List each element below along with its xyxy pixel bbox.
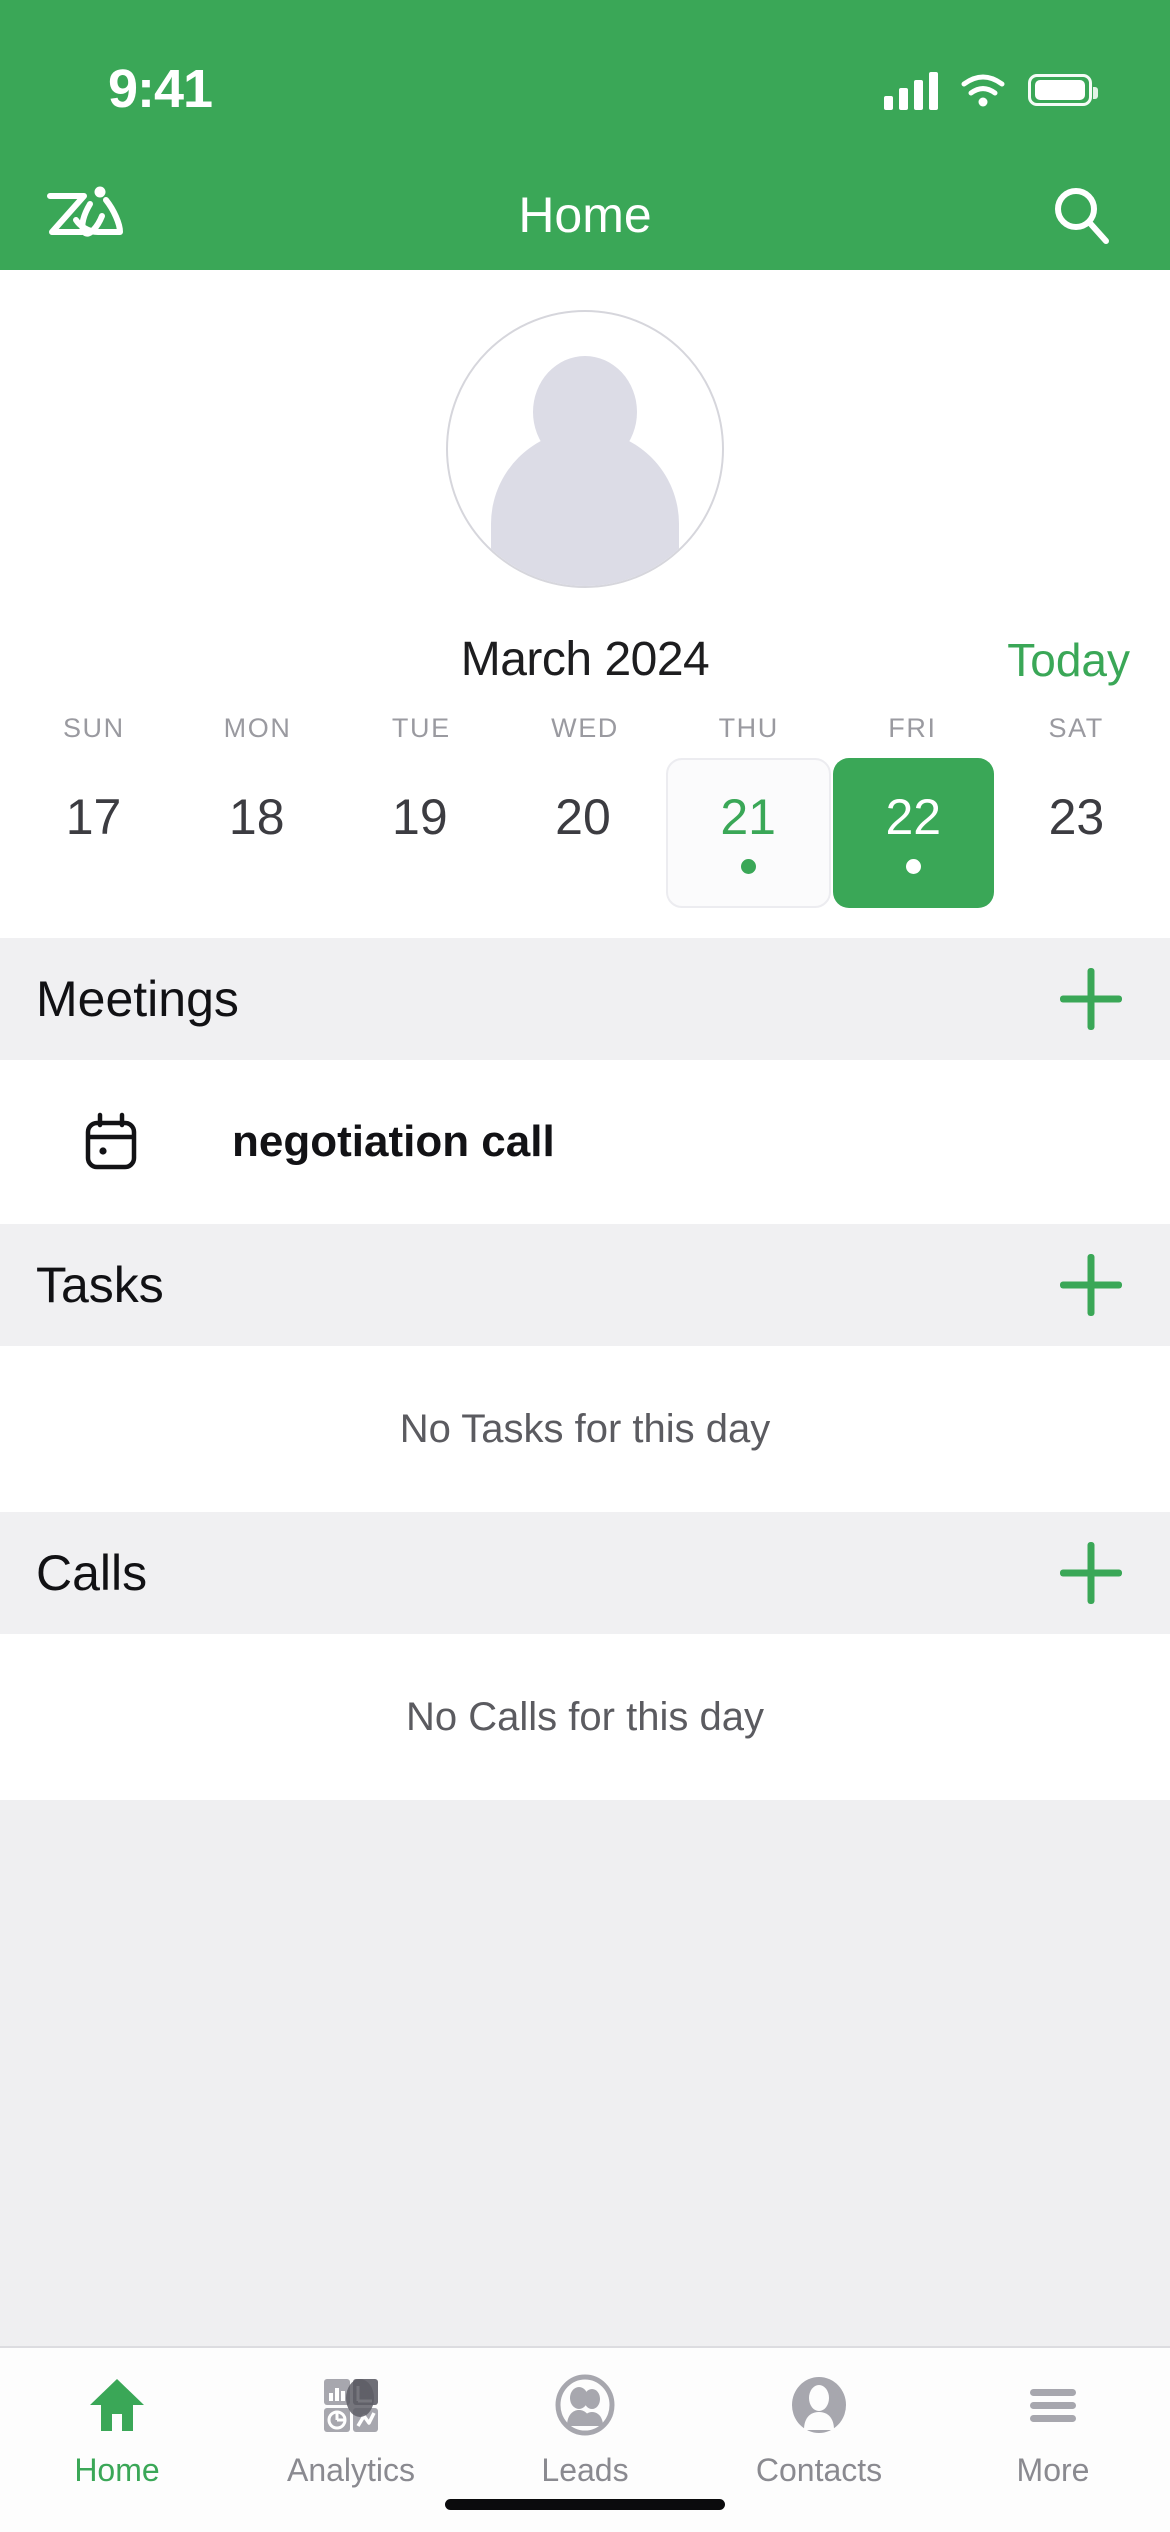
status-bar: 9:41: [0, 0, 1170, 160]
calendar-day-number: 17: [65, 789, 122, 845]
tab-label: More: [1016, 2452, 1090, 2488]
calendar-weekday-sun: SUN: [62, 713, 125, 743]
calendar-day-number: 19: [392, 789, 448, 845]
list-item[interactable]: negotiation call: [0, 1060, 1170, 1224]
calendar-day-number: 21: [720, 789, 776, 845]
section-header-meetings: Meetings: [0, 938, 1170, 1060]
calendar-day-18[interactable]: 18: [176, 758, 337, 908]
tab-contacts[interactable]: Contacts: [702, 2368, 936, 2489]
calendar-day-number: 23: [1048, 789, 1105, 845]
wifi-icon: [960, 72, 1006, 108]
contacts-icon: [788, 2368, 850, 2442]
calendar-month-row: March 2024 Today: [0, 618, 1170, 713]
tab-label: Leads: [541, 2452, 629, 2488]
calendar-spacer: [0, 908, 1170, 938]
list-item-title: negotiation call: [232, 1117, 555, 1166]
tab-analytics[interactable]: Analytics: [234, 2368, 468, 2489]
profile-avatar-container: [0, 270, 1170, 618]
home-icon: [86, 2368, 148, 2442]
leads-icon: [554, 2368, 616, 2442]
calendar-weekday-mon: MON: [223, 713, 292, 743]
add-meetings-button[interactable]: [1054, 962, 1128, 1036]
empty-state-calls: No Calls for this day: [0, 1634, 1170, 1800]
section-title: Tasks: [36, 1257, 164, 1313]
calendar-day-number: 22: [885, 789, 942, 845]
activity-sections: Meetings negotiation call Tasks No Tasks fo…: [0, 938, 1170, 1800]
section-title: Calls: [36, 1545, 148, 1601]
tab-more[interactable]: More: [936, 2368, 1170, 2489]
home-indicator: [445, 2499, 725, 2510]
today-button[interactable]: Today: [1007, 633, 1130, 687]
add-calls-button[interactable]: [1054, 1536, 1128, 1610]
calendar-day-event-dot: [249, 859, 264, 874]
calendar-day-17[interactable]: 17: [13, 758, 174, 908]
empty-state-text: No Tasks for this day: [399, 1406, 771, 1451]
add-tasks-button[interactable]: [1054, 1248, 1128, 1322]
calendar-day-21[interactable]: 21: [665, 758, 831, 908]
main-content: March 2024 Today SUN MON TUE WED THU FRI SAT 1…: [0, 270, 1170, 2346]
status-bar-time: 9:41: [108, 59, 213, 119]
calendar-day-number: 18: [228, 789, 285, 845]
calendar-weekday-sat: SAT: [1048, 713, 1104, 743]
calendar-day-19[interactable]: 19: [339, 758, 500, 908]
status-bar-indicators: [884, 70, 1098, 110]
calendar-day-20[interactable]: 20: [502, 758, 663, 908]
cellular-signal-icon: [884, 70, 938, 110]
app-screen: 9:41 Home March 2024 Today SUN MON TUE W…: [0, 0, 1170, 2532]
tab-label: Home: [74, 2452, 160, 2488]
user-avatar-placeholder[interactable]: [446, 310, 724, 588]
tab-label: Analytics: [286, 2452, 416, 2488]
empty-state-text: No Calls for this day: [406, 1694, 764, 1739]
section-header-tasks: Tasks: [0, 1224, 1170, 1346]
calendar-day-number: 20: [555, 789, 611, 845]
tab-leads[interactable]: Leads: [468, 2368, 702, 2489]
tab-label: Contacts: [755, 2452, 883, 2488]
section-header-calls: Calls: [0, 1512, 1170, 1634]
calendar-day-23[interactable]: 23: [996, 758, 1157, 908]
calendar-day-event-dot: [86, 859, 101, 874]
calendar-month-label: March 2024: [460, 633, 710, 686]
tab-home[interactable]: Home: [0, 2368, 234, 2489]
calendar-day-event-dot: [1069, 859, 1084, 874]
calendar-day-event-dot: [412, 859, 427, 874]
hamburger-menu-icon: [1022, 2368, 1084, 2442]
search-icon[interactable]: [1042, 176, 1120, 254]
calendar-day-event-dot: [575, 859, 590, 874]
avatar-body-shape: [491, 430, 679, 586]
calendar-day-event-dot: [740, 859, 756, 874]
page-title: Home: [518, 187, 652, 243]
section-title: Meetings: [36, 971, 239, 1027]
calendar-weekday-row: SUN MON TUE WED THU FRI SAT: [0, 713, 1170, 744]
calendar-day-event-dot: [905, 859, 921, 874]
analytics-icon: [320, 2368, 382, 2442]
calendar-weekday-fri: FRI: [888, 713, 937, 743]
empty-state-tasks: No Tasks for this day: [0, 1346, 1170, 1512]
calendar-date-row: 17 18 19 20 21 22 23: [0, 744, 1170, 908]
calendar-weekday-wed: WED: [551, 713, 619, 743]
zia-logo-icon[interactable]: [40, 180, 126, 250]
battery-icon: [1028, 74, 1098, 106]
content-filler: [0, 1800, 1170, 2346]
calendar-weekday-thu: THU: [718, 713, 779, 743]
navigation-bar: Home: [0, 160, 1170, 270]
calendar-weekday-tue: TUE: [391, 713, 451, 743]
calendar-day-22[interactable]: 22: [832, 758, 994, 908]
calendar-icon: [78, 1109, 144, 1175]
